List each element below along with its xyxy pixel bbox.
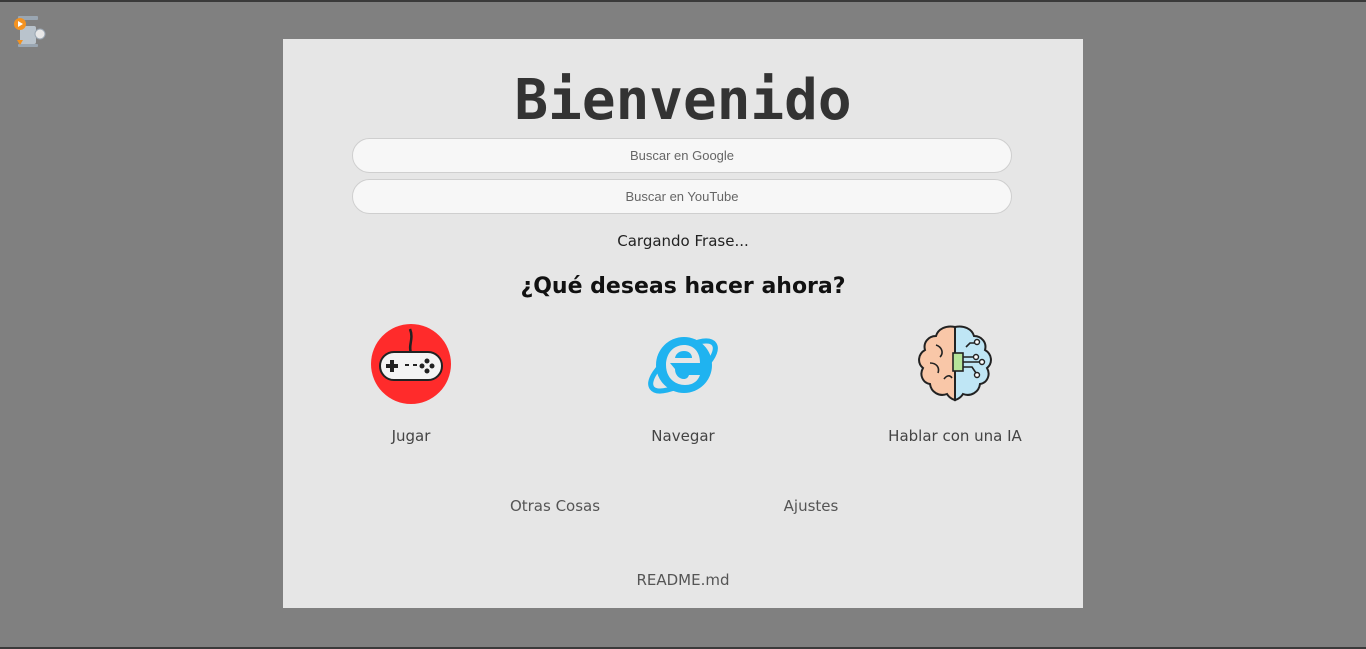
- browse-button[interactable]: Navegar: [583, 323, 783, 448]
- ai-chat-button[interactable]: Hablar con una IA: [855, 323, 1055, 448]
- ai-chat-label: Hablar con una IA: [888, 427, 1022, 445]
- app-logo-icon[interactable]: [12, 14, 48, 50]
- brain-icon: [855, 323, 1055, 405]
- quote-text: Cargando Frase...: [617, 232, 749, 250]
- play-button[interactable]: Jugar: [311, 323, 511, 448]
- main-panel: Bienvenido Cargando Frase... ¿Qué deseas…: [283, 39, 1083, 608]
- gamepad-icon: [311, 323, 511, 405]
- page-title: Bienvenido: [514, 68, 852, 133]
- google-search-input[interactable]: [352, 138, 1012, 173]
- youtube-search-input[interactable]: [352, 179, 1012, 214]
- top-border: [0, 0, 1366, 2]
- browser-icon: [583, 323, 783, 405]
- question-heading: ¿Qué deseas hacer ahora?: [520, 274, 846, 299]
- play-label: Jugar: [391, 427, 431, 445]
- settings-link[interactable]: Ajustes: [711, 497, 911, 515]
- other-things-link[interactable]: Otras Cosas: [455, 497, 655, 515]
- readme-link[interactable]: README.md: [583, 571, 783, 589]
- browse-label: Navegar: [651, 427, 715, 445]
